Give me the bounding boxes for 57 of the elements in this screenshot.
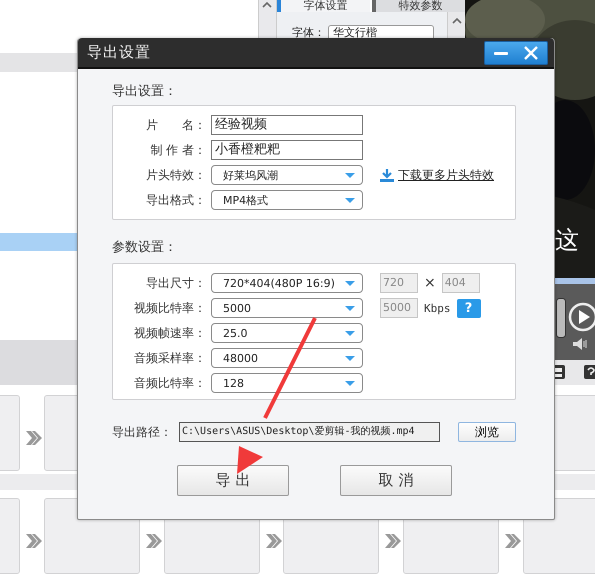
dropdown[interactable]: 720*404(480P 16:9)	[211, 273, 363, 293]
browse-button[interactable]: 浏览	[458, 422, 516, 442]
readout-field: 404	[442, 273, 480, 293]
caret-icon	[344, 330, 356, 336]
subtitle-text: 这	[555, 226, 579, 254]
chevron-icon	[25, 430, 43, 446]
cancel-button[interactable]: 取 消	[340, 465, 452, 496]
field-label: 音频采样率：	[133, 350, 206, 366]
dropdown[interactable]: 48000	[211, 348, 363, 368]
slider-handle-icon[interactable]	[556, 298, 566, 338]
readout-field: 5000	[380, 298, 418, 318]
chevron-icon	[25, 533, 43, 549]
dropdown[interactable]: 25.0	[211, 323, 363, 343]
caret-icon	[344, 280, 356, 286]
section-title: 参数设置：	[112, 239, 178, 257]
progress-strip	[555, 278, 595, 284]
dropdown[interactable]: MP4格式	[211, 190, 363, 210]
field-label: 制 作 者：	[149, 142, 206, 158]
field-label: 导出格式：	[145, 192, 206, 208]
caret-icon	[344, 172, 356, 178]
readout-field: 720	[380, 273, 418, 293]
window-title: 导出设置	[87, 43, 151, 62]
dropdown[interactable]: 好莱坞风潮	[211, 165, 363, 185]
field-label: 片 名：	[145, 116, 206, 134]
download-icon	[380, 168, 394, 182]
chevron-icon	[504, 533, 522, 549]
chevron-icon	[145, 533, 163, 549]
panel-tab[interactable]: 特效参数	[372, 0, 465, 12]
panel-tab[interactable]: 字体设置	[277, 0, 370, 12]
dropdown[interactable]: 5000	[211, 298, 363, 318]
field-label: 视频帧速率：	[133, 324, 206, 342]
close-icon[interactable]	[523, 44, 539, 60]
play-icon[interactable]	[568, 302, 595, 332]
path-field[interactable]: C:\Users\ASUS\Desktop\爱剪辑-我的视频.mp4	[179, 422, 440, 442]
times-sign: ×	[424, 275, 436, 291]
speaker-icon[interactable]	[572, 338, 588, 350]
field-label: 导出路径：	[112, 424, 173, 440]
field-label: 音频比特率：	[133, 374, 206, 392]
chevron-icon	[384, 533, 402, 549]
caret-icon	[344, 380, 356, 386]
caret-icon	[344, 196, 356, 204]
caret-icon	[344, 304, 356, 312]
input-field[interactable]: 经验视频	[211, 115, 363, 135]
field-label: 导出尺寸：	[145, 274, 206, 292]
help-icon[interactable]	[583, 364, 595, 380]
input-field[interactable]: 小香橙粑粑	[211, 140, 363, 160]
scroll-up-icon	[450, 16, 464, 26]
dropdown[interactable]: 128	[211, 373, 363, 393]
export-button[interactable]: 导 出	[177, 465, 289, 496]
section-title: 导出设置：	[112, 83, 178, 101]
scroll-up-icon	[260, 0, 274, 10]
caret-icon	[344, 354, 356, 362]
unit-label: Kbps	[424, 302, 450, 314]
field-label: 片头特效：	[145, 166, 206, 184]
chevron-icon	[265, 533, 283, 549]
field-label: 视频比特率：	[133, 300, 206, 316]
field-label: 字体：	[292, 27, 325, 39]
